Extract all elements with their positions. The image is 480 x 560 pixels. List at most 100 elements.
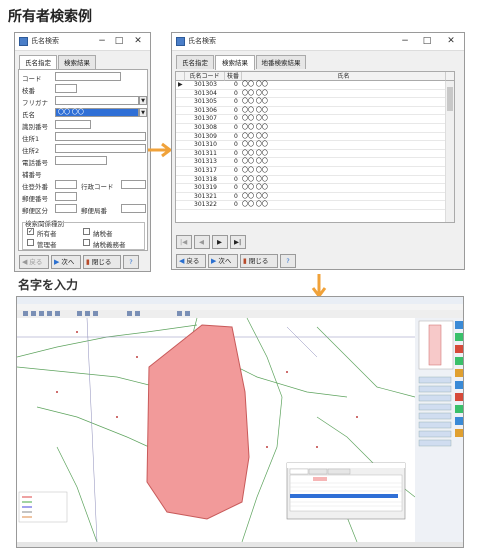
cell-code: 301317 [194, 167, 217, 174]
help-button[interactable]: ? [123, 255, 139, 269]
juto-input[interactable] [55, 180, 77, 189]
cell-branch: 0 [234, 192, 238, 200]
cell-name: 〇〇 〇〇 [242, 81, 268, 88]
minimize-button[interactable]: − [95, 35, 109, 48]
name-dropdown[interactable]: ▼ [139, 108, 147, 117]
next-page-button[interactable]: ▶ [212, 235, 228, 249]
table-row[interactable]: 301307 0 〇〇 〇〇 [176, 115, 446, 124]
table-row[interactable]: 301319 0 〇〇 〇〇 [176, 184, 446, 193]
table-row[interactable]: 301317 0 〇〇 〇〇 [176, 167, 446, 176]
cell-name: 〇〇 〇〇 [242, 141, 268, 149]
field-label-phone: 電話番号 [22, 159, 48, 167]
row-label-postal: 郵便番号 [22, 195, 48, 203]
row-label-gyosei: 行政コード [81, 183, 114, 191]
next-button[interactable]: ▶ 次へ [51, 255, 81, 269]
table-row[interactable]: 301321 0 〇〇 〇〇 [176, 193, 446, 202]
tab-search-result[interactable]: 検索結果 [58, 55, 96, 69]
branch-input[interactable] [55, 84, 77, 93]
field-label-id: 識別番号 [22, 123, 48, 131]
back-button[interactable]: ◀ 戻る [176, 254, 206, 268]
prev-page-button[interactable]: ◀ [194, 235, 210, 249]
back-button-label: 戻る [186, 257, 200, 265]
tab-lot-search-result[interactable]: 地番検索結果 [256, 55, 306, 69]
taxpayer-checkbox[interactable] [83, 228, 90, 235]
maximize-button[interactable]: □ [112, 35, 126, 48]
next-button[interactable]: ▶ 次へ [208, 254, 238, 268]
cell-code: 301311 [194, 149, 217, 157]
first-page-button[interactable]: |◀ [176, 235, 192, 249]
cell-branch: 0 [234, 201, 238, 209]
table-row[interactable]: ▶ 301303 0 〇〇 〇〇 [176, 81, 446, 90]
minimize-button[interactable]: − [398, 35, 412, 48]
kana-dropdown[interactable]: ▼ [139, 96, 147, 105]
owner-checkbox[interactable]: ✓ [27, 228, 34, 235]
tab-search-result[interactable]: 検索結果 [215, 55, 255, 70]
name-input[interactable]: 〇〇 〇〇 [55, 108, 139, 117]
cell-branch: 0 [234, 98, 238, 106]
table-row[interactable]: 301309 0 〇〇 〇〇 [176, 133, 446, 142]
tax-duty-checkbox[interactable] [83, 239, 90, 246]
column-header-name[interactable]: 氏名 [242, 72, 446, 81]
cell-name: 〇〇 〇〇 [242, 184, 268, 192]
scrollbar-thumb[interactable] [447, 87, 453, 111]
table-row[interactable]: 301305 0 〇〇 〇〇 [176, 98, 446, 107]
kana-input[interactable] [55, 96, 139, 105]
postal-kubun-input[interactable] [55, 204, 77, 213]
address2-input[interactable] [55, 144, 146, 153]
column-header-code[interactable]: 氏名コード [185, 72, 225, 81]
cell-code: 301319 [194, 184, 217, 192]
close-button[interactable]: ✕ [131, 35, 145, 48]
gyosei-input[interactable] [121, 180, 146, 189]
row-label-yubin: 郵便局番 [81, 207, 107, 215]
door-icon: ▮ [243, 257, 247, 265]
table-row[interactable]: 301308 0 〇〇 〇〇 [176, 124, 446, 133]
title-bar: 氏名検索 − □ ✕ [172, 33, 464, 51]
code-input[interactable] [55, 72, 121, 81]
yubin-input[interactable] [121, 204, 146, 213]
table-row[interactable]: 301322 0 〇〇 〇〇 [176, 201, 446, 210]
column-header-rowsel [176, 72, 185, 81]
phone-input[interactable] [55, 156, 107, 165]
cell-code: 301321 [194, 192, 217, 200]
tab-name-spec[interactable]: 氏名指定 [19, 55, 57, 70]
cell-name: 〇〇 〇〇 [242, 167, 268, 174]
next-arrow-icon: ▶ [211, 257, 217, 265]
cell-branch: 0 [234, 175, 238, 183]
door-icon: ▮ [86, 258, 90, 266]
field-label-branch: 枝番 [22, 87, 35, 95]
app-icon [19, 37, 28, 46]
maximize-button[interactable]: □ [420, 35, 434, 48]
table-row[interactable]: 301311 0 〇〇 〇〇 [176, 150, 446, 159]
cell-branch: 0 [234, 167, 238, 174]
close-window-button-label: 閉じる [248, 257, 269, 265]
help-button-label: ? [286, 257, 290, 265]
postal-input[interactable] [55, 192, 77, 201]
caption: 名字を入力 [18, 278, 79, 292]
cell-code: 301307 [194, 115, 217, 123]
next-button-label: 次へ [218, 257, 232, 265]
close-window-button-label: 閉じる [91, 258, 112, 266]
table-row[interactable]: 301310 0 〇〇 〇〇 [176, 141, 446, 150]
id-input[interactable] [55, 120, 91, 129]
cell-branch: 0 [234, 106, 238, 114]
table-row[interactable]: 301318 0 〇〇 〇〇 [176, 176, 446, 185]
address1-input[interactable] [55, 132, 146, 141]
table-row[interactable]: 301313 0 〇〇 〇〇 [176, 158, 446, 167]
vertical-scrollbar[interactable] [445, 81, 454, 222]
taxpayer-checkbox-label: 納税者 [93, 230, 113, 238]
manager-checkbox[interactable] [27, 239, 34, 246]
next-button-label: 次へ [61, 258, 75, 266]
back-button[interactable]: ◀ 戻る [19, 255, 49, 269]
column-header-branch[interactable]: 枝番 [225, 72, 242, 81]
close-button[interactable]: ✕ [444, 35, 458, 48]
map-application-screenshot [16, 296, 464, 548]
table-row[interactable]: 301306 0 〇〇 〇〇 [176, 107, 446, 116]
row-label-postal-kubun: 郵便区分 [22, 207, 48, 215]
cell-code: 301318 [194, 175, 217, 183]
close-window-button[interactable]: ▮ 閉じる [240, 254, 278, 268]
table-row[interactable]: 301304 0 〇〇 〇〇 [176, 90, 446, 99]
close-window-button[interactable]: ▮ 閉じる [83, 255, 121, 269]
tab-name-spec[interactable]: 氏名指定 [176, 55, 214, 69]
last-page-button[interactable]: ▶| [230, 235, 246, 249]
help-button[interactable]: ? [280, 254, 296, 268]
